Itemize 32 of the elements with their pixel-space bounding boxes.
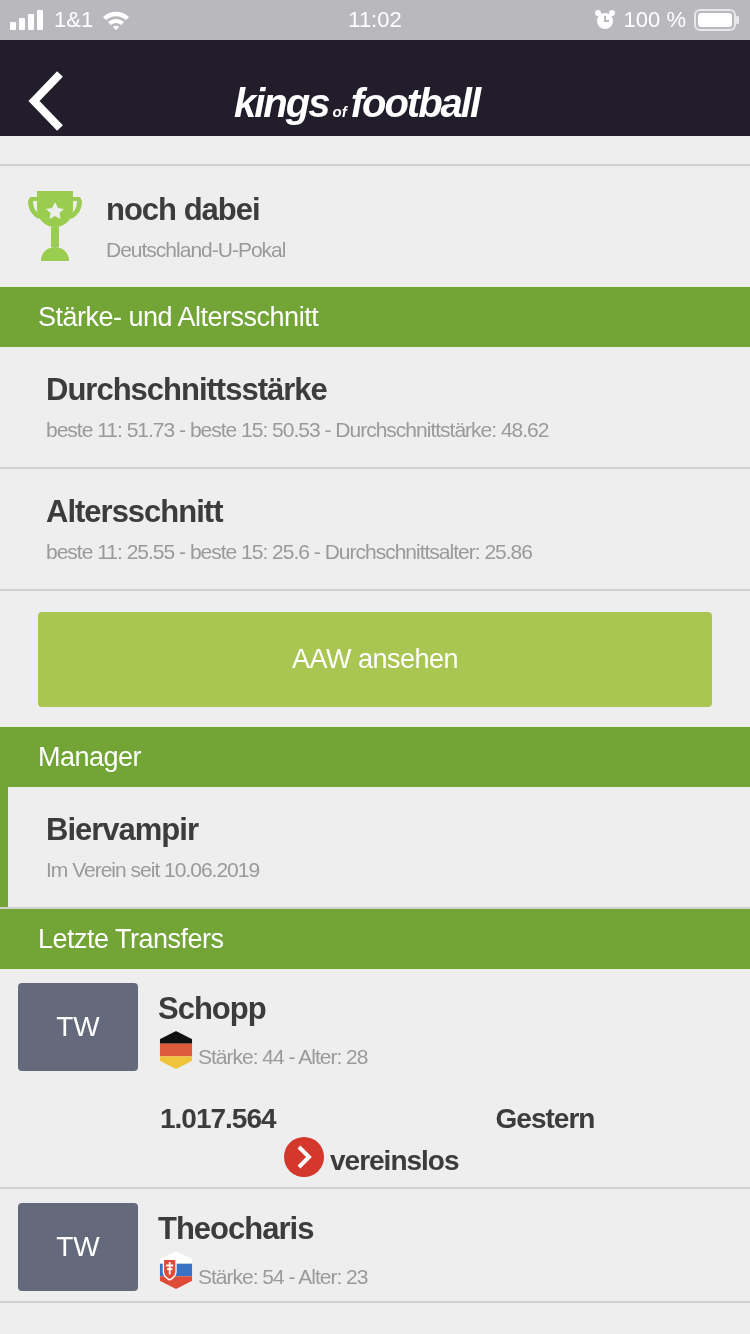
stat-details: beste 11: 25.55 - beste 15: 25.6 - Durchschnittsalter: 25.86 bbox=[46, 540, 532, 564]
manager-since: Im Verein seit 10.06.2019 bbox=[46, 858, 260, 882]
manager-name[interactable]: Biervampir bbox=[46, 812, 260, 848]
back-button[interactable] bbox=[26, 70, 66, 132]
stat-title: Durchschnittsstärke bbox=[46, 372, 328, 408]
arrow-right-icon bbox=[284, 1137, 324, 1177]
section-header: Letzte Transfers bbox=[0, 909, 750, 969]
cup-status: noch dabei bbox=[106, 191, 261, 228]
section-header: Stärke- und Altersschnitt bbox=[0, 287, 750, 347]
flag-icon bbox=[158, 1251, 194, 1289]
cup-name: Deutschland-U-Pokal bbox=[106, 237, 286, 262]
player-info: Stärke: 44 - Alter: 28 bbox=[198, 1045, 368, 1069]
alarm-icon bbox=[593, 9, 616, 31]
destination-club: vereinslos bbox=[330, 1145, 459, 1177]
wifi-icon bbox=[101, 9, 132, 31]
battery-percent: 100 % bbox=[623, 7, 686, 33]
transfer-fee: 1.017.564 bbox=[160, 1103, 276, 1135]
player-info: Stärke: 54 - Alter: 23 bbox=[198, 1265, 368, 1289]
transfer-date: Gestern bbox=[495, 1103, 595, 1135]
player-name[interactable]: Theocharis bbox=[158, 1211, 368, 1247]
player-name[interactable]: Schopp bbox=[158, 991, 368, 1027]
carrier-name: 1&1 bbox=[54, 7, 94, 33]
section-header: Manager bbox=[0, 727, 750, 787]
stat-title: Altersschnitt bbox=[46, 494, 224, 530]
position-badge: TW bbox=[18, 983, 138, 1071]
clock-time: 11:02 bbox=[348, 7, 402, 33]
position-badge: TW bbox=[18, 1203, 138, 1291]
app-logo: kings of football bbox=[234, 81, 480, 126]
flag-icon bbox=[158, 1031, 194, 1069]
signal-icon bbox=[10, 10, 46, 30]
battery-icon bbox=[694, 9, 740, 31]
stat-details: beste 11: 51.73 - beste 15: 50.53 - Durchschnittstärke: 48.62 bbox=[46, 418, 549, 442]
